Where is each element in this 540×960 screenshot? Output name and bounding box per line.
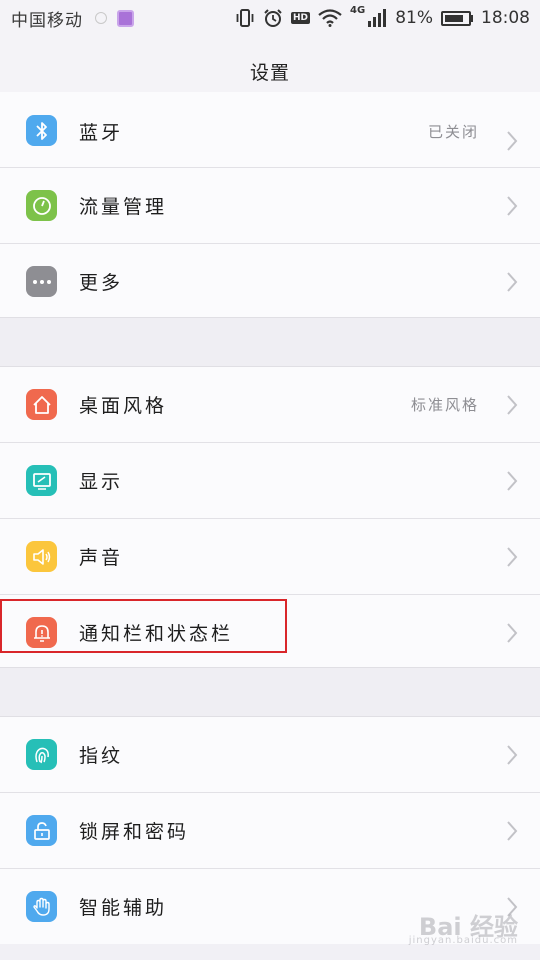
wifi-icon — [318, 9, 342, 27]
unlock-icon — [26, 815, 57, 846]
chevron-right-icon — [507, 744, 518, 765]
settings-item-label: 显示 — [79, 471, 124, 493]
battery-percent: 81% — [395, 8, 433, 28]
chevron-right-icon — [507, 470, 518, 491]
desktop-style-value: 标准风格 — [410, 396, 479, 414]
settings-group-connectivity: 蓝牙 已关闭 流量管理 更多 — [0, 92, 540, 319]
settings-item-label: 更多 — [79, 272, 124, 294]
settings-item-display[interactable]: 显示 — [0, 443, 540, 519]
settings-item-label: 流量管理 — [79, 196, 168, 218]
settings-item-label: 智能辅助 — [79, 897, 168, 919]
settings-item-lockscreen-password[interactable]: 锁屏和密码 — [0, 793, 540, 869]
chevron-right-icon — [507, 195, 518, 216]
clock-time: 18:08 — [481, 8, 530, 28]
settings-item-desktop-style[interactable]: 桌面风格 标准风格 — [0, 367, 540, 443]
chevron-right-icon — [507, 546, 518, 567]
status-bar: 中国移动 HD 4G 81% 18:08 — [0, 0, 540, 36]
data-usage-icon — [26, 190, 57, 221]
settings-item-sound[interactable]: 声音 — [0, 519, 540, 595]
alarm-icon — [264, 9, 282, 27]
settings-item-label: 锁屏和密码 — [79, 821, 190, 843]
more-dots-icon — [26, 266, 57, 297]
page-title: 设置 — [249, 62, 290, 84]
hand-icon — [26, 891, 57, 922]
section-separator — [0, 317, 540, 367]
bluetooth-status-value: 已关闭 — [427, 123, 479, 141]
section-separator — [0, 667, 540, 717]
settings-item-label: 声音 — [79, 547, 124, 569]
bluetooth-icon — [26, 115, 57, 146]
settings-item-label: 指纹 — [79, 745, 124, 767]
settings-item-fingerprint[interactable]: 指纹 — [0, 717, 540, 793]
home-icon — [26, 389, 57, 420]
chevron-right-icon — [507, 394, 518, 415]
sync-icon — [95, 12, 107, 24]
settings-item-notification-status-bar[interactable]: 通知栏和状态栏 — [0, 595, 540, 670]
hd-voice-icon: HD — [291, 12, 311, 24]
settings-item-bluetooth[interactable]: 蓝牙 已关闭 — [0, 92, 540, 168]
settings-item-label: 通知栏和状态栏 — [79, 623, 234, 645]
network-type-label: 4G — [350, 5, 366, 16]
fingerprint-icon — [26, 739, 57, 770]
watermark-url: jingyan.baidu.com — [408, 935, 518, 946]
settings-item-label: 蓝牙 — [79, 122, 124, 144]
settings-group-display: 桌面风格 标准风格 显示 声音 通知栏和状态栏 — [0, 367, 540, 670]
vibrate-icon — [236, 9, 254, 27]
settings-item-label: 桌面风格 — [79, 395, 168, 417]
notification-bell-icon — [26, 617, 57, 648]
settings-item-more[interactable]: 更多 — [0, 244, 540, 319]
chevron-right-icon — [507, 820, 518, 841]
carrier-name: 中国移动 — [11, 10, 83, 31]
speaker-icon — [26, 541, 57, 572]
baidu-jingyan-watermark: Bai 经验 jingyan.baidu.com — [409, 907, 518, 946]
display-icon — [26, 465, 57, 496]
gallery-notification-icon — [117, 9, 134, 27]
signal-icon — [368, 9, 387, 27]
settings-item-data-usage[interactable]: 流量管理 — [0, 168, 540, 244]
chevron-right-icon — [507, 271, 518, 292]
battery-icon — [441, 10, 473, 26]
chevron-right-icon — [507, 622, 518, 643]
chevron-right-icon — [507, 131, 518, 151]
